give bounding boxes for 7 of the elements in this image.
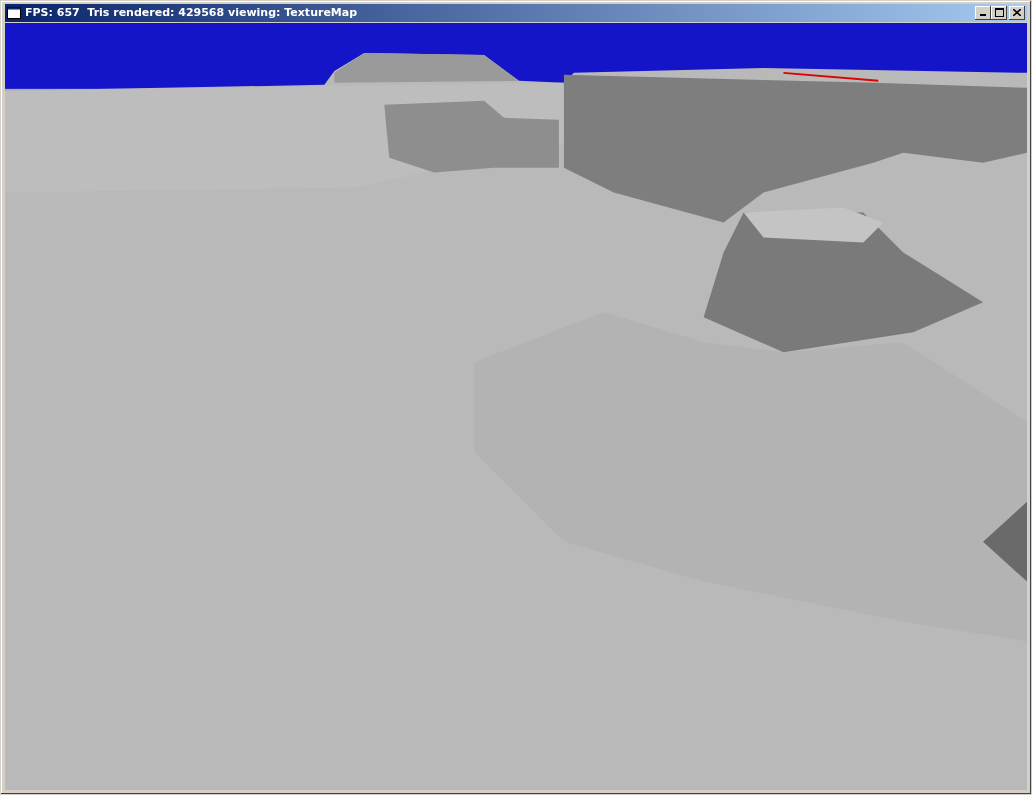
window-title: FPS: 657 Tris rendered: 429568 viewing: TextureMap [25, 6, 359, 20]
maximize-button[interactable] [991, 5, 1007, 20]
close-icon [1013, 9, 1021, 17]
maximize-icon [994, 8, 1004, 18]
window-icon [7, 6, 21, 19]
minimize-button[interactable] [975, 5, 991, 20]
close-button[interactable] [1009, 5, 1025, 20]
